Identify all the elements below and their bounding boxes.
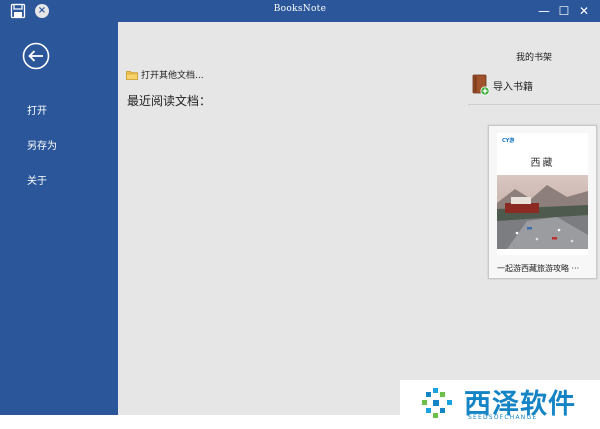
watermark: 西泽软件 SEEDSOFCHANGE <box>400 380 600 429</box>
watermark-subtext: SEEDSOFCHANGE <box>468 414 538 421</box>
sidebar-item-save-as[interactable]: 另存为 <box>27 137 57 152</box>
back-arrow-icon[interactable] <box>22 42 50 70</box>
bookshelf-heading: 我的书架 <box>516 53 553 63</box>
sidebar-item-open[interactable]: 打开 <box>27 102 47 117</box>
minimize-button[interactable]: — <box>534 2 554 20</box>
title-bar: × BooksNote — ☐ ✕ <box>0 0 600 22</box>
add-book-icon <box>472 74 490 96</box>
main-panel: 打开其他文档... 最近阅读文档： 我的书架 导入书籍 CY游 西藏 一起游西藏… <box>118 22 600 415</box>
maximize-button[interactable]: ☐ <box>554 2 574 20</box>
recent-documents-heading: 最近阅读文档： <box>127 94 212 108</box>
shelf-divider <box>468 104 600 105</box>
close-button[interactable]: ✕ <box>574 2 594 20</box>
book-item[interactable]: CY游 西藏 一起游西藏旅游攻略 ··· <box>488 125 597 279</box>
import-books-label: 导入书籍 <box>493 81 533 93</box>
sidebar: 打开 另存为 关于 <box>0 22 118 415</box>
window-title: BooksNote <box>273 4 327 14</box>
open-other-label: 打开其他文档... <box>141 71 204 81</box>
watermark-logo-icon <box>422 388 452 418</box>
sidebar-item-about[interactable]: 关于 <box>27 172 47 187</box>
import-books-button[interactable]: 导入书籍 <box>472 74 533 96</box>
open-other-documents-link[interactable]: 打开其他文档... <box>126 68 204 81</box>
folder-icon <box>126 70 138 80</box>
cover-logo: CY游 <box>502 138 515 144</box>
book-title: 一起游西藏旅游攻略 ··· <box>497 264 580 273</box>
cover-title: 西藏 <box>530 158 555 169</box>
cover-photo <box>497 175 588 249</box>
book-cover: CY游 西藏 <box>497 133 588 255</box>
window-controls: — ☐ ✕ <box>534 2 594 20</box>
